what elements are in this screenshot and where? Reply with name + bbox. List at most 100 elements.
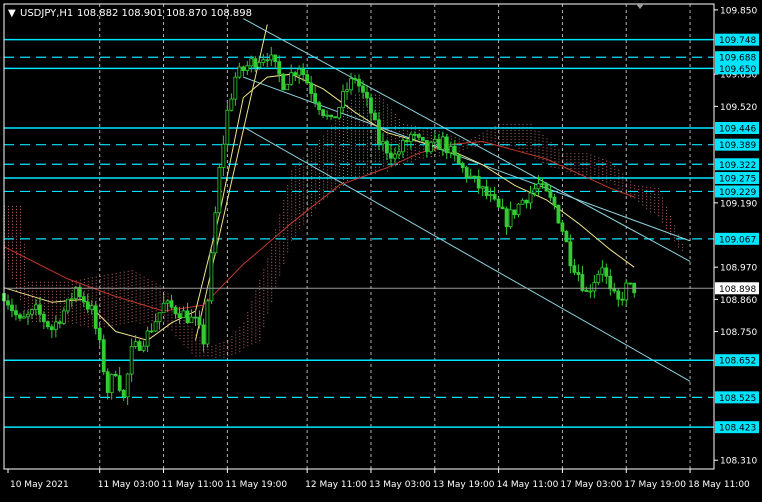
kumo-dot [367,145,368,147]
kumo-dot [327,166,329,168]
kumo-dot [223,350,225,352]
kumo-dot [359,157,360,159]
kumo-dot [335,120,337,122]
kumo-dot [347,107,348,109]
kumo-dot [47,311,49,313]
kumo-dot [143,312,145,314]
kumo-dot [343,176,344,177]
kumo-dot [123,310,125,312]
kumo-dot [303,199,305,201]
candle-body [428,141,433,153]
kumo-dot [666,209,668,211]
kumo-dot [331,152,333,154]
kumo-dot [610,167,612,169]
kumo-dot [23,258,25,260]
kumo-dot [622,173,624,175]
kumo-dot [347,134,348,136]
kumo-dot [263,326,265,328]
kumo-dot [638,188,640,190]
candle-body [201,324,206,345]
dropdown-triangle-icon[interactable]: ▼ [8,8,16,19]
candle-body [484,186,489,196]
kumo-dot [319,143,321,144]
kumo-dot [79,303,81,305]
kumo-dot [359,136,360,138]
kumo-dot [586,171,588,173]
kumo-dot [20,223,21,225]
kumo-dot [662,221,664,223]
kumo-dot [155,286,157,288]
kumo-dot [195,340,197,342]
kumo-dot [394,129,396,131]
kumo-dot [367,142,368,144]
kumo-dot [343,119,344,120]
kumo-dot [390,121,392,123]
kumo-dot [243,340,245,342]
kumo-dot [546,138,548,140]
kumo-dot [530,135,532,137]
kumo-dot [115,273,117,275]
kumo-dot [63,293,65,295]
kumo-dot [586,153,588,155]
chart-canvas[interactable]: 109.850109.630109.520109.190108.970108.8… [0,0,762,498]
kumo-dot [259,294,261,296]
kumo-dot [674,228,676,230]
kumo-dot [255,305,257,307]
kumo-dot [418,147,420,149]
kumo-dot [546,153,548,155]
kumo-dot [187,325,189,327]
kumo-dot [259,333,261,335]
kumo-dot [119,278,121,280]
kumo-dot [626,186,628,188]
kumo-dot [299,185,301,187]
kumo-dot [255,290,257,292]
kumo-dot [363,118,364,120]
kumo-dot [275,277,277,279]
candle-body [113,373,118,377]
kumo-dot [255,338,257,340]
kumo-dot [127,300,129,302]
candle-body [329,114,333,118]
price-chart[interactable]: 109.850 109.630 109.520 109.190 108.970 108.8… [0,0,762,498]
kumo-dot [91,298,93,300]
kumo-dot [482,138,484,140]
kumo-dot [67,284,69,286]
candle-body [189,316,194,324]
kumo-dot [323,165,325,167]
kumo-dot [27,281,29,283]
kumo-dot [319,182,321,183]
candle-body [145,330,150,347]
kumo-dot [323,135,325,137]
candle-body [261,59,266,63]
kumo-dot [59,296,61,298]
kumo-dot [191,337,193,339]
kumo-dot [87,326,89,328]
candle-body [61,310,66,324]
kumo-dot [363,121,364,123]
kumo-dot [195,349,197,351]
kumo-dot [163,314,165,316]
kumo-dot [255,341,257,343]
kumo-dot [538,143,540,145]
kumo-dot [530,150,532,152]
kumo-dot [299,218,301,220]
kumo-dot [103,275,105,277]
level-label-109.650: 109.650 [719,65,756,75]
candle-body [285,83,290,91]
kumo-dot [339,136,341,138]
kumo-dot [255,332,257,334]
kumo-dot [139,292,141,294]
kumo-dot [642,186,644,188]
kumo-dot [263,281,265,283]
kumo-dot [115,303,117,305]
kumo-dot [127,309,129,311]
kumo-dot [634,185,636,187]
kumo-dot [20,268,21,270]
kumo-dot [319,179,321,180]
kumo-dot [371,124,372,126]
kumo-dot [670,225,672,226]
kumo-dot [378,106,380,108]
kumo-dot [59,305,61,307]
kumo-dot [518,129,520,131]
kumo-dot [538,158,540,160]
